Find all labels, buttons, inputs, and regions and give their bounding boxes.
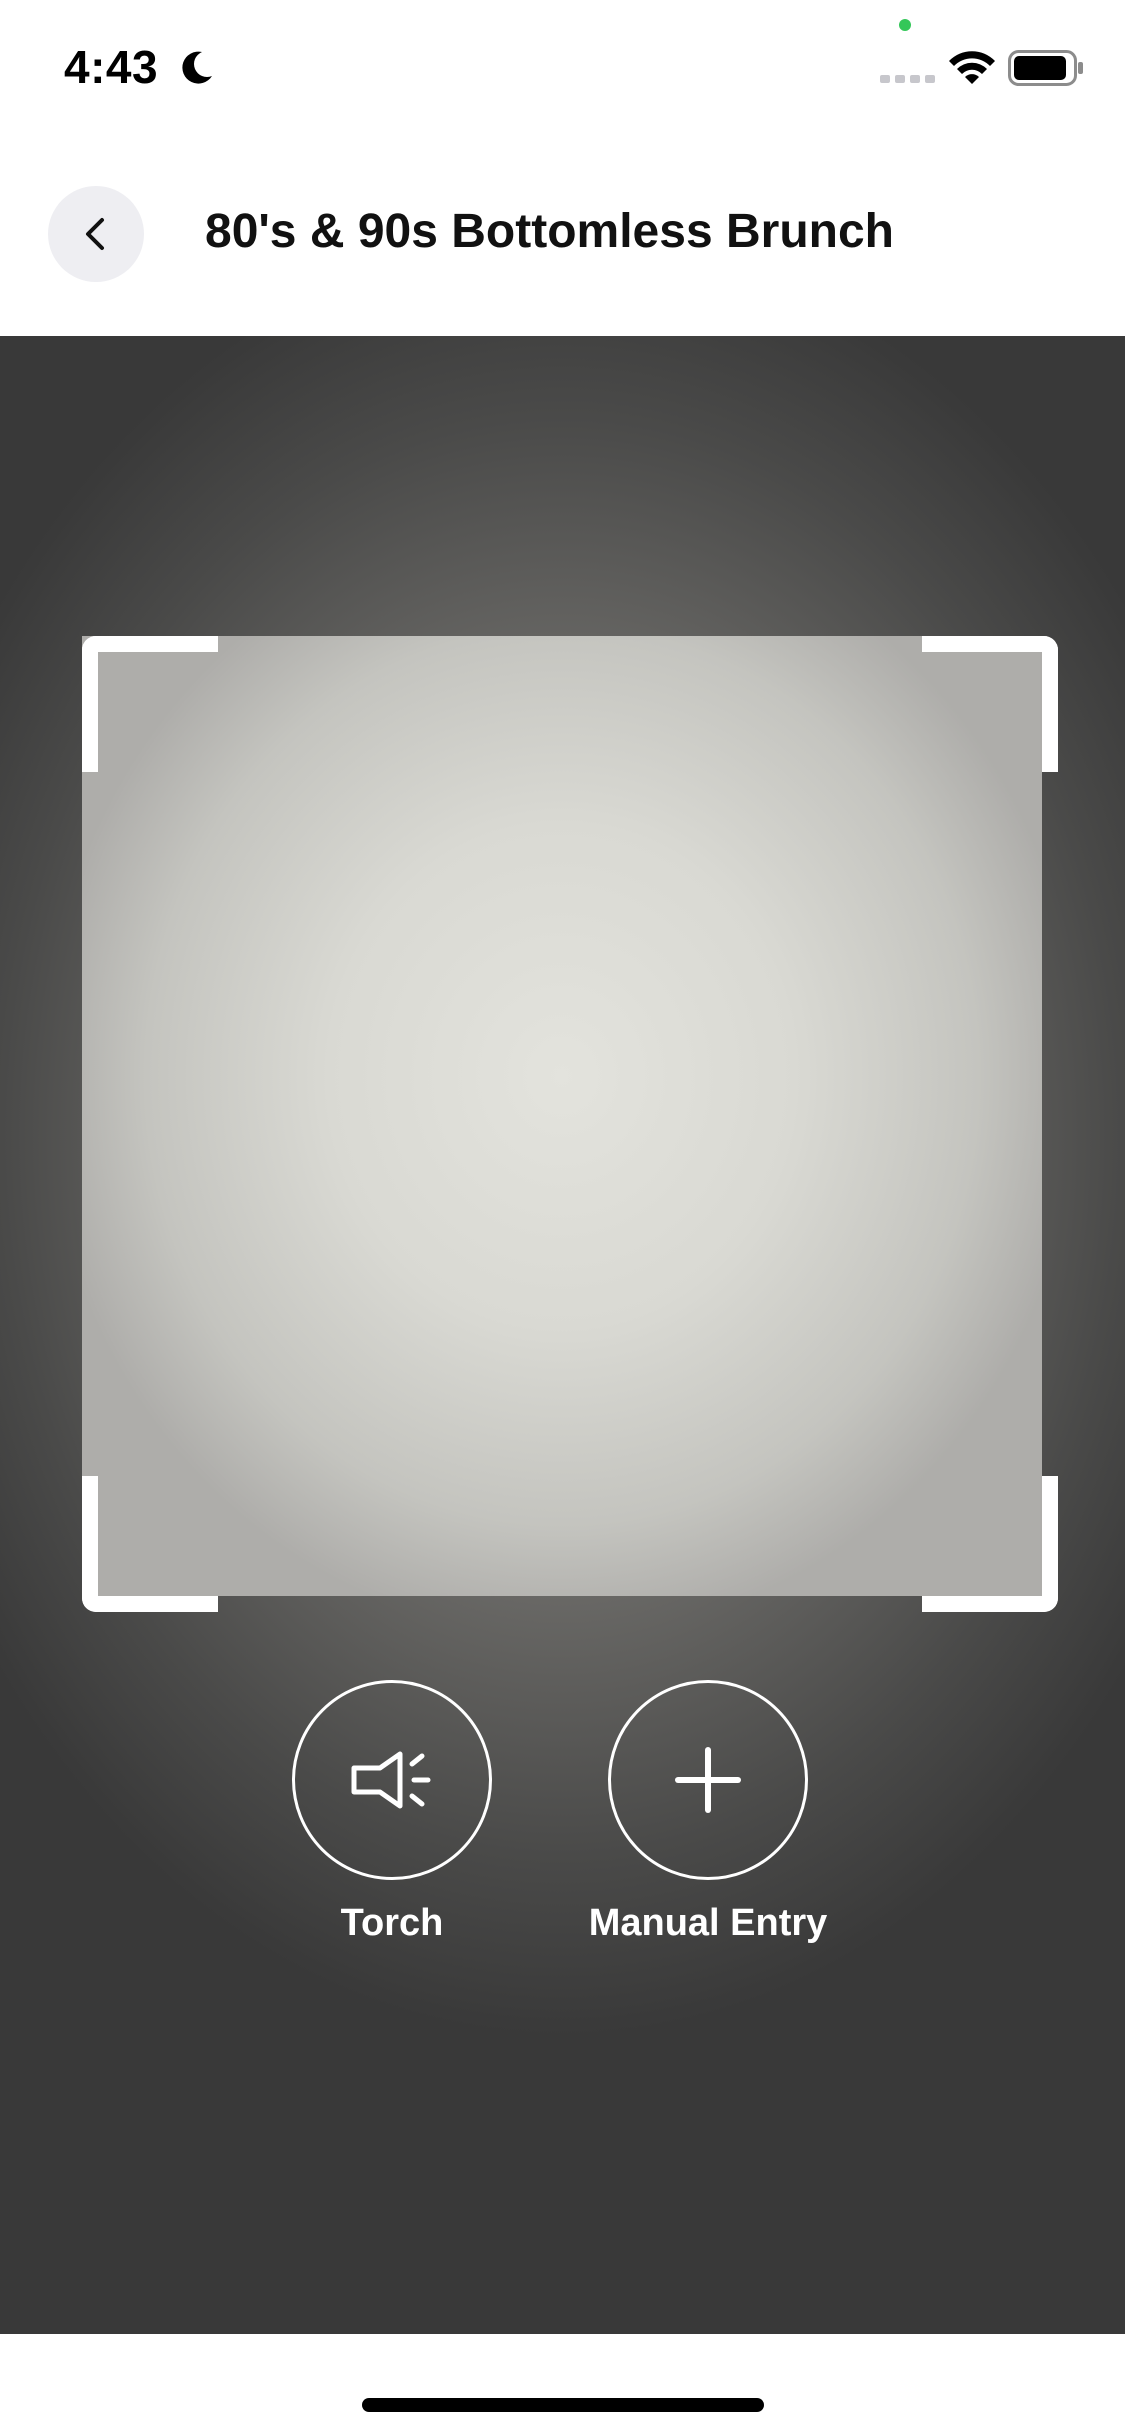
back-button[interactable] [48,186,144,282]
camera-viewfinder: Torch Manual Entry [0,336,1125,2334]
torch-button-circle[interactable] [292,1680,492,1880]
home-indicator[interactable] [362,2398,764,2412]
battery-icon [1008,50,1083,86]
torch-button[interactable]: Torch [242,1680,542,1945]
torch-icon [351,1751,431,1809]
privacy-indicator-dot [899,19,911,31]
plus-icon [675,1747,741,1813]
moon-icon [182,51,212,84]
scan-corner-bottom-right [922,1476,1058,1612]
manual-entry-label: Manual Entry [588,1902,828,1944]
header: 80's & 90s Bottomless Brunch [0,130,1125,336]
scan-area [82,636,1042,1596]
status-time: 4:43 [64,41,159,93]
bottom-bar [0,2334,1125,2436]
scanner-screen: 4:43 80's & 90s Bottomless Brunch Torch … [0,0,1125,2436]
scan-corner-bottom-left [82,1476,218,1612]
wifi-icon [949,51,995,84]
manual-entry-button[interactable]: Manual Entry [558,1680,858,1945]
cell-signal-icon [880,75,935,83]
status-bar: 4:43 [0,0,1125,130]
page-title: 80's & 90s Bottomless Brunch [205,205,894,258]
chevron-left-icon [86,218,104,250]
scan-corner-top-right [922,636,1058,772]
torch-label: Torch [340,1902,444,1944]
scan-corner-top-left [82,636,218,772]
manual-entry-button-circle[interactable] [608,1680,808,1880]
